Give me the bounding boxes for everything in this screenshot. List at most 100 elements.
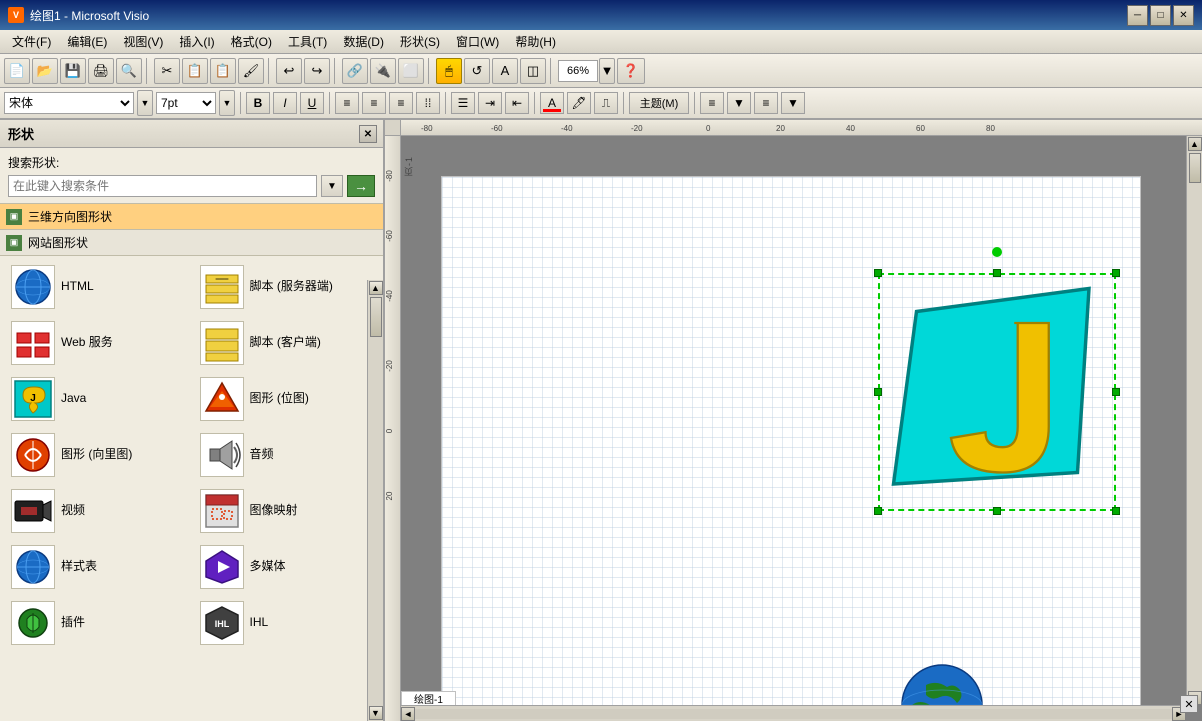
close-button[interactable]: ✕	[1173, 5, 1194, 26]
scrollbar-thumb[interactable]	[370, 297, 382, 337]
align-left-button[interactable]: ≡	[335, 92, 359, 114]
shape-item-script-server[interactable]: ═══ 脚本 (服务器端)	[193, 260, 380, 314]
shape-grid-inner: HTML ═══ 脚本 (服务器端)	[4, 260, 379, 650]
zoom-dropdown[interactable]: ▼	[599, 58, 615, 84]
shape-item-graphic-bitmap[interactable]: 图形 (位图)	[193, 372, 380, 426]
category-3d[interactable]: ▣ 三维方向图形状	[0, 204, 383, 230]
canvas-java-shape[interactable]	[882, 277, 1112, 507]
shape-item-imagemap[interactable]: 图像映射	[193, 484, 380, 538]
zoom-input[interactable]: 66%	[558, 60, 598, 82]
handle-top-middle[interactable]	[993, 269, 1001, 277]
menu-format[interactable]: 格式(O)	[223, 31, 280, 52]
pointer-button[interactable]: 🖱	[436, 58, 462, 84]
canvas-globe-shape[interactable]	[882, 655, 1022, 705]
handle-bottom-middle[interactable]	[993, 507, 1001, 515]
align-center-button[interactable]: ≡	[362, 92, 386, 114]
size-select[interactable]: 7pt	[156, 92, 216, 114]
align-right-button[interactable]: ≡	[389, 92, 413, 114]
menu-view[interactable]: 视图(V)	[115, 31, 171, 52]
menu-window[interactable]: 窗口(W)	[448, 31, 507, 52]
redo-button[interactable]: ↪	[304, 58, 330, 84]
shape-item-audio[interactable]: 音频	[193, 428, 380, 482]
font-color-button[interactable]: A	[540, 92, 564, 114]
rotate-button[interactable]: ↺	[464, 58, 490, 84]
menu-data[interactable]: 数据(D)	[335, 31, 392, 52]
indent-button[interactable]: ⇥	[478, 92, 502, 114]
menu-shapes[interactable]: 形状(S)	[392, 31, 448, 52]
shape-button[interactable]: ⬜	[398, 58, 424, 84]
connect-button[interactable]: 🔌	[370, 58, 396, 84]
shape-item-ihl[interactable]: IHL IHL	[193, 596, 380, 650]
handle-top-right[interactable]	[1112, 269, 1120, 277]
scrollbar-down[interactable]: ▼	[369, 706, 383, 720]
theme-button[interactable]: 主题(M)	[629, 92, 689, 114]
search-input[interactable]	[8, 175, 317, 197]
shape-item-video[interactable]: 视频	[4, 484, 191, 538]
format-painter-button[interactable]: 🖌	[238, 58, 264, 84]
menu-tools[interactable]: 工具(T)	[280, 31, 335, 52]
category-web[interactable]: ▣ 网站图形状	[0, 230, 383, 256]
text-button[interactable]: A	[492, 58, 518, 84]
handle-bottom-left[interactable]	[874, 507, 882, 515]
bold-button[interactable]: B	[246, 92, 270, 114]
extra-dropdown[interactable]: ▼	[727, 92, 751, 114]
menu-help[interactable]: 帮助(H)	[507, 31, 564, 52]
cut-button[interactable]: ✂	[154, 58, 180, 84]
search-go-button[interactable]: →	[347, 175, 375, 197]
connector-button[interactable]: 🔗	[342, 58, 368, 84]
undo-button[interactable]: ↩	[276, 58, 302, 84]
open-button[interactable]: 📂	[32, 58, 58, 84]
handle-bottom-right[interactable]	[1112, 507, 1120, 515]
handle-middle-left[interactable]	[874, 388, 882, 396]
handle-top-left[interactable]	[874, 269, 882, 277]
shape-item-html[interactable]: HTML	[4, 260, 191, 314]
shape-item-multimedia[interactable]: 多媒体	[193, 540, 380, 594]
shadow-button[interactable]: ◫	[520, 58, 546, 84]
font-select[interactable]: 宋体	[4, 92, 134, 114]
print-preview-button[interactable]: 🔍	[116, 58, 142, 84]
font-dropdown[interactable]: ▼	[137, 90, 153, 116]
scrollbar-up[interactable]: ▲	[369, 281, 383, 295]
shape-item-web-service[interactable]: Web 服务	[4, 316, 191, 370]
vscroll-up[interactable]: ▲	[1188, 137, 1202, 151]
list-button[interactable]: ☰	[451, 92, 475, 114]
print-button[interactable]: 🖨	[88, 58, 114, 84]
canvas-scrollbar-v[interactable]: ▲ ▼	[1186, 136, 1202, 705]
shape-item-graphic-vector[interactable]: 图形 (向里图)	[4, 428, 191, 482]
shape-item-java[interactable]: J Java	[4, 372, 191, 426]
canvas-scrollbar-h[interactable]: ◄ ►	[401, 705, 1186, 721]
search-dropdown[interactable]: ▼	[321, 175, 343, 197]
highlight-button[interactable]: 🖊	[567, 92, 591, 114]
category-3d-icon: ▣	[6, 209, 22, 225]
hscroll-left[interactable]: ◄	[401, 707, 415, 721]
handle-middle-right[interactable]	[1112, 388, 1120, 396]
vscroll-thumb[interactable]	[1189, 153, 1201, 183]
size-dropdown[interactable]: ▼	[219, 90, 235, 116]
panel-close-button[interactable]: ✕	[359, 125, 377, 143]
copy-button[interactable]: 📋	[182, 58, 208, 84]
menu-insert[interactable]: 插入(I)	[171, 31, 222, 52]
help-button[interactable]: ❓	[617, 58, 645, 84]
extra-dropdown-2[interactable]: ▼	[781, 92, 805, 114]
minimize-button[interactable]: ─	[1127, 5, 1148, 26]
extra-button-1[interactable]: ≡	[700, 92, 724, 114]
italic-button[interactable]: I	[273, 92, 297, 114]
maximize-button[interactable]: □	[1150, 5, 1171, 26]
outdent-button[interactable]: ⇤	[505, 92, 529, 114]
shape-item-stylesheet[interactable]: 样式表	[4, 540, 191, 594]
canvas-close-button[interactable]: ✕	[1180, 695, 1198, 713]
new-button[interactable]: 📄	[4, 58, 30, 84]
panel-scrollbar[interactable]: ▲ ▼	[367, 280, 383, 721]
extra-button-2[interactable]: ≡	[754, 92, 778, 114]
justify-button[interactable]: ⁞⁞	[416, 92, 440, 114]
underline-button[interactable]: U	[300, 92, 324, 114]
save-button[interactable]: 💾	[60, 58, 86, 84]
menu-file[interactable]: 文件(F)	[4, 31, 59, 52]
paste-button[interactable]: 📋	[210, 58, 236, 84]
rotate-handle[interactable]	[992, 247, 1002, 257]
page-tab-1[interactable]: 绘图-1	[401, 691, 456, 705]
line-color-button[interactable]: ⎍	[594, 92, 618, 114]
menu-edit[interactable]: 编辑(E)	[59, 31, 115, 52]
shape-item-plugin[interactable]: 插件	[4, 596, 191, 650]
shape-item-script-client[interactable]: 脚本 (客户端)	[193, 316, 380, 370]
